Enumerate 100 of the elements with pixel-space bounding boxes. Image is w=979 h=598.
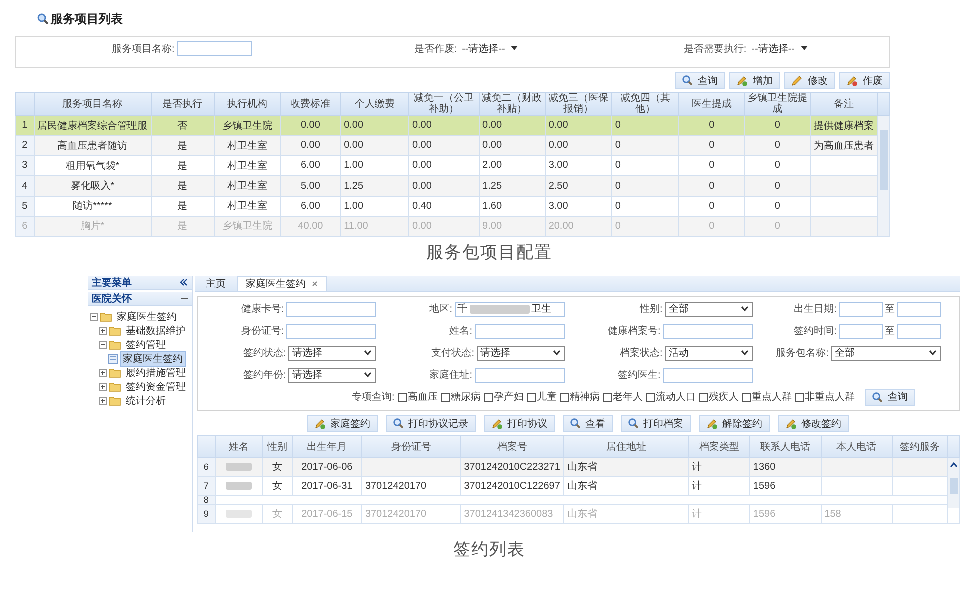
- input-field[interactable]: [662, 324, 753, 338]
- dropdown[interactable]: 活动: [664, 346, 753, 360]
- checkbox[interactable]: [742, 392, 751, 402]
- action-button[interactable]: 家庭签约: [306, 415, 378, 432]
- checkbox[interactable]: [440, 392, 450, 402]
- checkbox[interactable]: [398, 392, 407, 402]
- input-field[interactable]: [286, 324, 376, 338]
- action-button[interactable]: 解除签约: [698, 415, 770, 432]
- dropdown[interactable]: 全部: [664, 302, 753, 316]
- column-header[interactable]: 档案号: [460, 436, 564, 458]
- column-header[interactable]: 档案类型: [688, 436, 750, 458]
- column-header[interactable]: 联系人电话: [750, 436, 822, 458]
- table-cell: 随访*****: [34, 196, 152, 216]
- expand-icon[interactable]: [99, 327, 107, 335]
- checkbox[interactable]: [698, 392, 708, 402]
- action-button[interactable]: 查看: [562, 415, 612, 432]
- column-header[interactable]: 服务项目名称: [34, 92, 152, 116]
- table-cell: 0.00: [280, 116, 341, 136]
- column-header[interactable]: 减免四（其他）: [612, 92, 679, 116]
- header-cell: [878, 92, 890, 116]
- close-icon[interactable]: [312, 281, 318, 287]
- expand-icon[interactable]: [99, 397, 107, 405]
- input-field[interactable]: [474, 324, 564, 338]
- input-field[interactable]: [897, 324, 941, 338]
- column-header[interactable]: 性别: [262, 436, 292, 458]
- tree-item[interactable]: 统计分析: [123, 393, 169, 409]
- checkbox[interactable]: [560, 392, 569, 402]
- table-cell: 是: [151, 176, 214, 196]
- toolbar-button[interactable]: 作废: [839, 72, 890, 89]
- scrollbar-thumb[interactable]: [950, 478, 958, 494]
- column-header[interactable]: 医生提成: [678, 92, 745, 116]
- document-icon: [108, 354, 118, 364]
- collapse-icon[interactable]: [90, 313, 98, 321]
- column-header[interactable]: 减免三（医保报销）: [545, 92, 612, 116]
- input-field[interactable]: [839, 302, 883, 316]
- table-cell: 0: [744, 116, 811, 136]
- scroll-up-icon[interactable]: [950, 462, 958, 468]
- toolbar-button[interactable]: 查询: [675, 72, 725, 89]
- input-field[interactable]: [474, 368, 564, 382]
- checkbox[interactable]: [794, 392, 804, 402]
- dropdown[interactable]: --请选择--: [748, 41, 811, 56]
- input-field[interactable]: [662, 368, 753, 382]
- folder-icon: [109, 340, 121, 350]
- column-header[interactable]: 执行机构: [214, 92, 281, 116]
- column-header[interactable]: 减免一（公卫补助）: [408, 92, 480, 116]
- table-cell: 0: [744, 216, 811, 236]
- column-header[interactable]: 是否执行: [151, 92, 214, 116]
- tab[interactable]: 家庭医生签约: [237, 276, 327, 291]
- toolbar-button[interactable]: 增加: [729, 72, 780, 89]
- table-cell: 0: [744, 156, 811, 176]
- input-field[interactable]: [176, 41, 252, 56]
- collapse-sidebar-icon[interactable]: [180, 279, 188, 286]
- toolbar-button[interactable]: 修改: [784, 72, 835, 89]
- column-header[interactable]: 身份证号: [362, 436, 461, 458]
- column-header[interactable]: 出生年月: [292, 436, 362, 458]
- checkbox[interactable]: [526, 392, 536, 402]
- tree-item[interactable]: 签约资金管理: [123, 379, 189, 395]
- collapse-icon[interactable]: [99, 341, 107, 349]
- minus-icon[interactable]: [181, 298, 188, 300]
- tree-item[interactable]: 家庭医生签约: [120, 351, 186, 367]
- tree-item[interactable]: 履约措施管理: [123, 365, 189, 381]
- table-cell: 6.00: [280, 156, 341, 176]
- column-header[interactable]: 签约服务: [892, 436, 948, 458]
- checkbox[interactable]: [646, 392, 655, 402]
- column-header[interactable]: 备注: [810, 92, 878, 116]
- input-field[interactable]: 千 卫生: [454, 302, 564, 316]
- checkbox[interactable]: [484, 392, 493, 402]
- action-button[interactable]: 修改签约: [778, 415, 848, 432]
- scrollbar[interactable]: [878, 116, 889, 236]
- table-cell: 村卫生室: [214, 136, 281, 156]
- checkbox[interactable]: [602, 392, 612, 402]
- input-field[interactable]: [286, 302, 376, 316]
- tree-item[interactable]: 家庭医生签约: [114, 309, 180, 325]
- table-cell: 2017-06-06: [292, 458, 362, 476]
- expand-icon[interactable]: [99, 383, 107, 391]
- search-button[interactable]: 查询: [865, 388, 915, 406]
- column-header[interactable]: 减免二（财政补贴）: [479, 92, 546, 116]
- column-header[interactable]: 居住地址: [564, 436, 689, 458]
- column-header[interactable]: 收费标准: [280, 92, 341, 116]
- dropdown[interactable]: 全部: [831, 346, 941, 360]
- dropdown[interactable]: 请选择: [476, 346, 564, 360]
- search-icon: [392, 418, 404, 429]
- table-cell: 0: [678, 156, 745, 176]
- expand-icon[interactable]: [99, 369, 107, 377]
- action-button[interactable]: 打印协议记录: [386, 415, 476, 432]
- dropdown[interactable]: 请选择: [288, 346, 376, 360]
- column-header[interactable]: 个人缴费: [340, 92, 409, 116]
- tree-item[interactable]: 基础数据维护: [123, 323, 189, 339]
- tab[interactable]: 主页: [197, 276, 235, 291]
- dropdown[interactable]: 请选择: [288, 368, 376, 382]
- tree-item[interactable]: 签约管理: [123, 337, 169, 353]
- column-header[interactable]: 本人电话: [821, 436, 892, 458]
- action-button[interactable]: 打印档案: [620, 415, 690, 432]
- action-button[interactable]: 打印协议: [484, 415, 554, 432]
- column-header[interactable]: 姓名: [215, 436, 263, 458]
- dropdown[interactable]: --请选择--: [459, 41, 522, 56]
- column-header[interactable]: 乡镇卫生院提成: [744, 92, 811, 116]
- table-cell: 0: [678, 216, 745, 236]
- input-field[interactable]: [897, 302, 941, 316]
- input-field[interactable]: [839, 324, 883, 338]
